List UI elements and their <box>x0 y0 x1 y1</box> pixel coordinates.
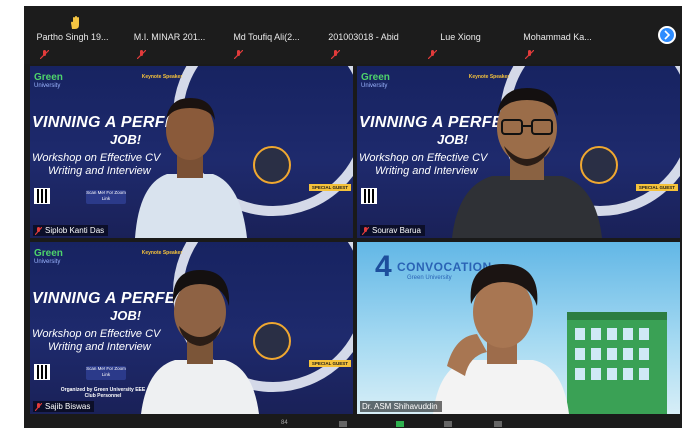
raised-hand-icon <box>71 16 79 29</box>
participant-thumbnail[interactable]: Lue Xiong <box>412 6 509 64</box>
participant-name: Mohammad Ka... <box>523 32 592 42</box>
next-page-button[interactable] <box>658 26 676 44</box>
guest-photo <box>253 146 291 184</box>
participant-thumbnail[interactable]: 201003018 - Abid <box>315 6 412 64</box>
video-tile[interactable]: Green University Keynote Speaker VINNING … <box>30 242 353 414</box>
special-guest-label: SPECIAL GUEST <box>635 184 678 191</box>
qr-code <box>34 364 50 380</box>
share-screen-icon[interactable] <box>396 421 404 427</box>
muted-mic-icon <box>40 50 49 59</box>
participant-name: Siplob Kanti Das <box>45 226 105 235</box>
special-guest-label: SPECIAL GUEST <box>308 184 351 191</box>
convocation-number: 4 <box>375 250 392 283</box>
participant-nametag: Sourav Barua <box>360 225 425 236</box>
participant-thumbnail[interactable]: Md Toufiq Ali(2... <box>218 6 315 64</box>
participant-video <box>135 98 247 238</box>
muted-mic-icon <box>35 402 42 411</box>
building-illustration <box>567 312 667 414</box>
participant-strip: Partho Singh 19... M.I. MINAR 201... Md … <box>24 6 682 64</box>
scan-label: Scan Me! For Zoom Link <box>86 366 126 380</box>
meeting-window: Partho Singh 19... M.I. MINAR 201... Md … <box>24 6 682 428</box>
keynote-label: Keynote Speaker <box>141 74 183 80</box>
qr-code <box>34 188 50 204</box>
university-logo: Green University <box>361 72 390 89</box>
participant-name: Md Toufiq Ali(2... <box>233 32 300 42</box>
participant-name: 201003018 - Abid <box>328 32 399 42</box>
participants-count[interactable]: 84 <box>281 420 288 426</box>
participant-nametag: Dr. ASM Shihavuddin <box>360 401 442 412</box>
chat-icon[interactable] <box>339 421 347 427</box>
keynote-label: Keynote Speaker <box>141 250 183 256</box>
participant-name: Lue Xiong <box>440 32 481 42</box>
screenshot-frame: Partho Singh 19... M.I. MINAR 201... Md … <box>0 0 682 428</box>
scan-label: Scan Me! For Zoom Link <box>86 190 126 204</box>
muted-mic-icon <box>331 50 340 59</box>
muted-mic-icon <box>137 50 146 59</box>
muted-mic-icon <box>35 226 42 235</box>
video-tile[interactable]: 4 CONVOCATION Green University Dr. ASM S… <box>357 242 680 414</box>
participant-video <box>452 88 602 238</box>
qr-code <box>361 188 377 204</box>
participant-thumbnail[interactable]: Mohammad Ka... <box>509 6 606 64</box>
participant-name: Sajib Biswas <box>45 402 91 411</box>
participant-thumbnail[interactable]: M.I. MINAR 201... <box>121 6 218 64</box>
video-grid: Green University Keynote Speaker VINNING … <box>30 66 680 418</box>
muted-mic-icon <box>234 50 243 59</box>
university-logo: Green University <box>34 72 63 89</box>
participant-video <box>141 270 259 414</box>
meeting-controls-bar: 84 <box>24 420 682 428</box>
participant-nametag: Sajib Biswas <box>33 401 95 412</box>
muted-mic-icon <box>428 50 437 59</box>
muted-mic-icon <box>362 226 369 235</box>
university-logo: Green University <box>34 248 63 265</box>
special-guest-label: SPECIAL GUEST <box>308 360 351 367</box>
video-tile-active-speaker[interactable]: Green University Keynote Speaker VINNING … <box>30 66 353 238</box>
muted-mic-icon <box>525 50 534 59</box>
participant-name: Dr. ASM Shihavuddin <box>362 402 438 411</box>
record-icon[interactable] <box>444 421 452 427</box>
participant-name: Partho Singh 19... <box>36 32 109 42</box>
participant-name: Sourav Barua <box>372 226 421 235</box>
participant-nametag: Siplob Kanti Das <box>33 225 109 236</box>
video-tile[interactable]: Green University Keynote Speaker VINNING … <box>357 66 680 238</box>
participant-name: M.I. MINAR 201... <box>133 32 206 42</box>
reactions-icon[interactable] <box>494 421 502 427</box>
chevron-right-icon <box>664 30 671 40</box>
participant-video <box>433 264 569 414</box>
participant-thumbnail[interactable]: Partho Singh 19... <box>24 6 121 64</box>
